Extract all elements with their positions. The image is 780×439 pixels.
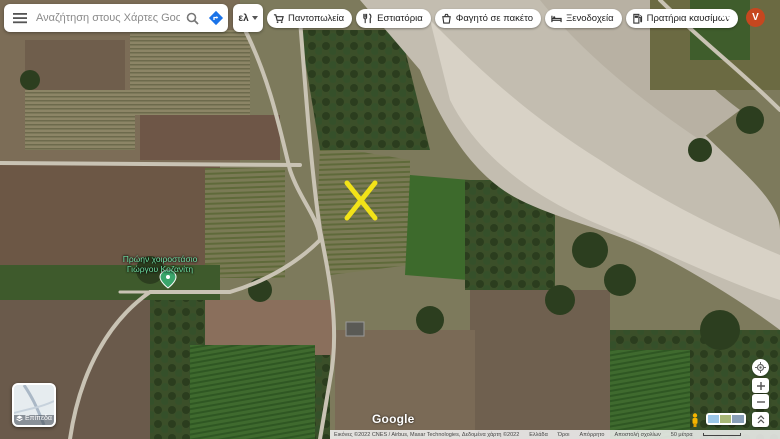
poi-label-line1: Πρώην χοιροστάσιο [122, 254, 198, 264]
directions-icon[interactable] [204, 4, 228, 32]
chevron-up-icon [757, 415, 764, 424]
language-toggle[interactable]: ελ [233, 4, 263, 32]
fuel-icon [632, 13, 642, 24]
apps-grid-icon[interactable] [720, 9, 738, 27]
layers-button[interactable]: Επίπεδα [12, 383, 56, 427]
chip-label: Φαγητό σε πακέτο [455, 13, 534, 24]
search-box [4, 4, 228, 32]
imagery-thumbnails[interactable] [706, 413, 746, 425]
satellite-map[interactable] [0, 0, 780, 439]
my-location-button[interactable] [752, 359, 769, 376]
cart-icon [273, 14, 284, 24]
zoom-in-button[interactable] [752, 378, 769, 393]
scale-bar [702, 433, 741, 436]
chip-restaurants[interactable]: Εστιατόρια [356, 9, 431, 28]
chip-label: Ξενοδοχεία [566, 13, 614, 24]
language-label: ελ [238, 12, 249, 24]
account-avatar[interactable]: V [746, 8, 765, 27]
pegman-icon[interactable] [688, 412, 702, 428]
layers-icon [16, 415, 23, 422]
imagery-strip-icon [708, 415, 744, 423]
chip-label: Πρατήρια καυσίμων [646, 13, 731, 24]
google-logo: Google [372, 412, 415, 426]
layers-label-row: Επίπεδα [14, 415, 54, 422]
imagery-attribution: Εικόνες ©2022 CNES / Airbus, Maxar Techn… [334, 431, 520, 438]
poi-label-line2: Γιώργου Κοζανίτη [126, 264, 194, 274]
takeout-icon [441, 13, 451, 24]
search-icon[interactable] [180, 4, 204, 32]
minus-icon [756, 400, 765, 403]
expand-button[interactable] [752, 412, 769, 427]
poi-label[interactable]: Πρώην χοιροστάσιο Γιώργου Κοζανίτη [100, 254, 220, 274]
chip-takeout[interactable]: Φαγητό σε πακέτο [434, 9, 542, 28]
scale-label[interactable]: 50 μέτρα [671, 432, 693, 438]
chip-label: Εστιατόρια [377, 13, 423, 24]
chip-groceries[interactable]: Παντοπωλεία [267, 9, 353, 28]
menu-icon[interactable] [4, 4, 36, 32]
country-link[interactable]: Ελλάδα [529, 432, 548, 438]
category-chips: Παντοπωλεία Εστιατόρια Φαγητό σε πακέτο … [267, 9, 739, 28]
plus-icon [756, 381, 765, 390]
layers-label: Επίπεδα [25, 415, 52, 422]
search-input[interactable] [36, 12, 180, 24]
feedback-link[interactable]: Αποστολή σχολίων [614, 432, 660, 438]
chip-hotels[interactable]: Ξενοδοχεία [545, 9, 622, 28]
location-icon [755, 362, 766, 373]
restaurant-icon [363, 13, 372, 24]
terms-link[interactable]: Όροι [558, 432, 570, 438]
privacy-link[interactable]: Απόρρητο [579, 432, 604, 438]
hotel-icon [551, 15, 562, 23]
attribution-footer: Εικόνες ©2022 CNES / Airbus, Maxar Techn… [330, 430, 780, 439]
chevron-down-icon [251, 16, 258, 20]
zoom-out-button[interactable] [752, 394, 769, 409]
chip-label: Παντοπωλεία [288, 13, 345, 24]
